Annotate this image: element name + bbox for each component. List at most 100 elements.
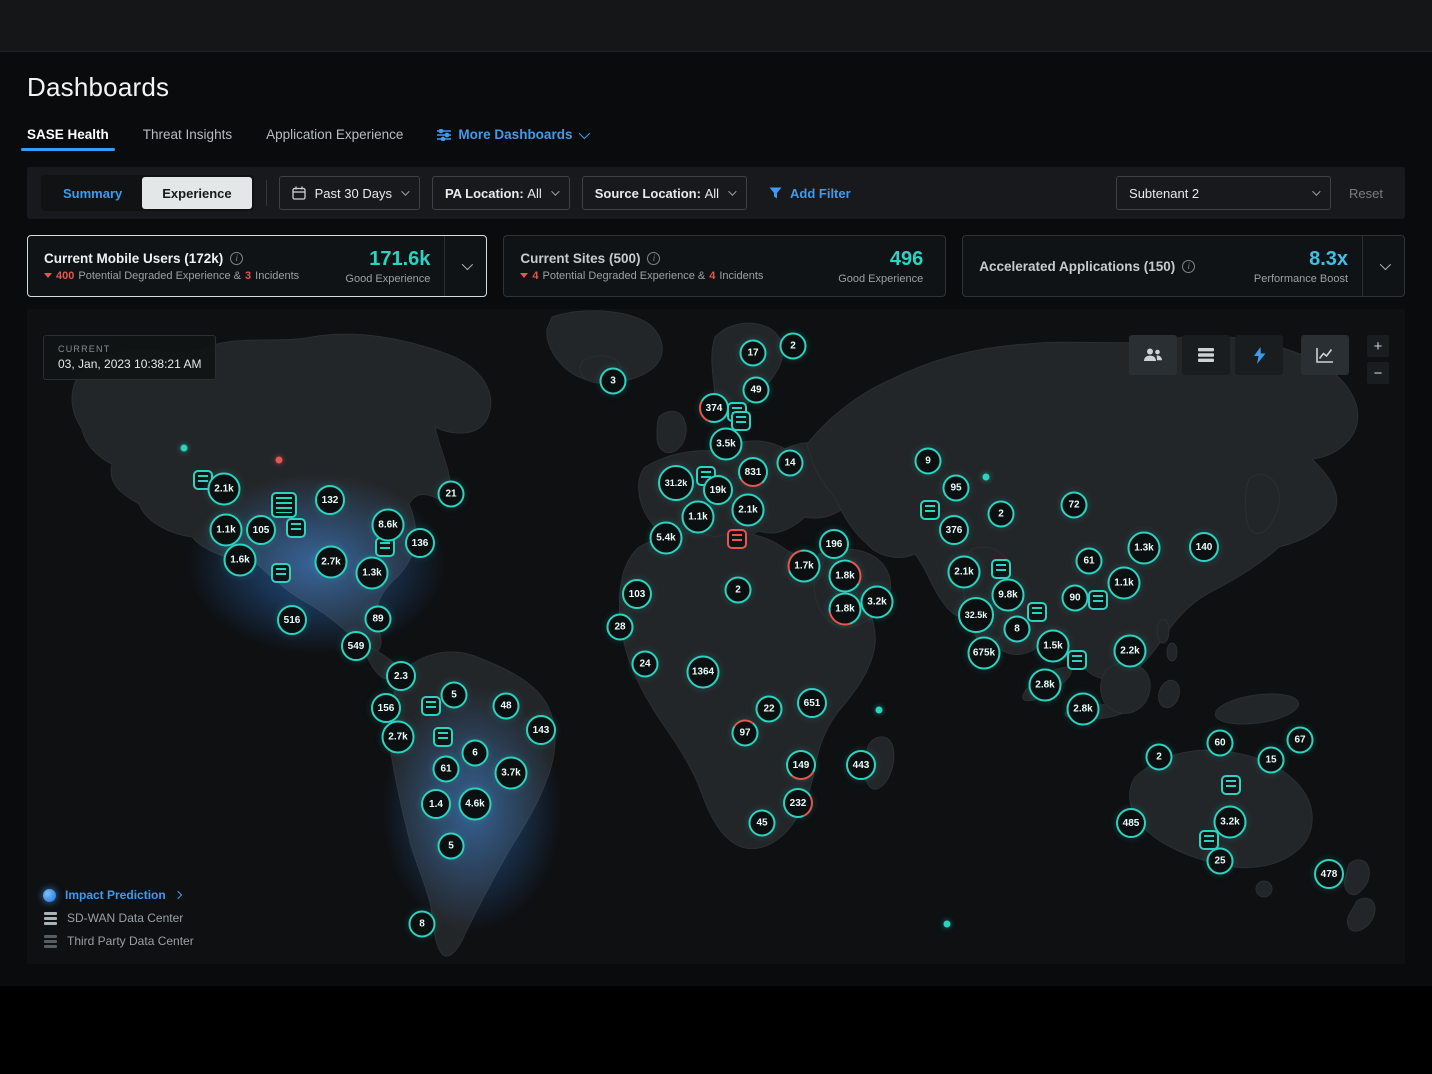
map-users-layer-button[interactable] [1129,335,1177,375]
map-count-marker[interactable]: 4.6k [459,788,492,821]
map-count-marker[interactable]: 136 [405,528,435,558]
map-count-marker[interactable]: 1.8k [829,560,862,593]
map-count-marker[interactable]: 2.1k [732,494,765,527]
add-filter-button[interactable]: Add Filter [769,186,851,201]
map-count-marker[interactable]: 8 [409,911,436,938]
map-count-marker[interactable]: 2.1k [208,473,241,506]
map-count-marker[interactable]: 67 [1287,727,1314,754]
map-count-marker[interactable]: 19k [703,475,733,505]
pa-location-dropdown[interactable]: PA Location: All [432,176,570,210]
map-count-marker[interactable]: 31.2k [658,465,694,501]
map-count-marker[interactable]: 675k [968,637,1001,670]
map-count-marker[interactable]: 90 [1062,585,1089,612]
map-count-marker[interactable]: 5 [441,682,468,709]
datacenter-marker[interactable] [731,411,751,431]
zoom-in-button[interactable]: + [1367,335,1389,357]
map-count-marker[interactable]: 5.4k [650,522,683,555]
map-count-marker[interactable]: 232 [783,788,813,818]
map-count-marker[interactable]: 8 [1004,616,1031,643]
map-count-marker[interactable]: 1.1k [682,501,715,534]
map-count-marker[interactable]: 2.2k [1114,635,1147,668]
datacenter-marker[interactable] [271,563,291,583]
info-icon[interactable]: i [647,252,660,265]
zoom-out-button[interactable]: − [1367,362,1389,384]
map-count-marker[interactable]: 443 [846,750,876,780]
map-count-marker[interactable]: 376 [939,515,969,545]
map-count-marker[interactable]: 49 [743,377,770,404]
map-count-marker[interactable]: 9 [915,448,942,475]
reset-button[interactable]: Reset [1349,186,1383,201]
card-expand-button[interactable] [444,236,486,296]
card-accelerated-applications[interactable]: Accelerated Applications (150) i 8.3x Pe… [962,235,1405,297]
tab-threat-insights[interactable]: Threat Insights [143,127,232,151]
map-count-marker[interactable]: 549 [341,631,371,661]
map-count-marker[interactable]: 831 [738,457,768,487]
datacenter-marker[interactable] [920,500,940,520]
map-count-marker[interactable]: 89 [365,606,392,633]
map-count-marker[interactable]: 105 [246,515,276,545]
map-count-marker[interactable]: 2 [988,501,1015,528]
map-count-marker[interactable]: 374 [699,393,729,423]
map-count-marker[interactable]: 61 [1076,548,1103,575]
map-count-marker[interactable]: 3.2k [861,586,894,619]
card-current-mobile-users[interactable]: Current Mobile Users (172k) i 400 Potent… [27,235,487,297]
map-count-marker[interactable]: 72 [1061,492,1088,519]
map-count-marker[interactable]: 48 [493,693,520,720]
map-count-marker[interactable]: 1.4 [421,789,451,819]
experience-tab[interactable]: Experience [142,177,251,209]
map-count-marker[interactable]: 2 [1146,744,1173,771]
map-count-marker[interactable]: 3.2k [1214,806,1247,839]
map-count-marker[interactable]: 22 [756,696,783,723]
datacenter-marker[interactable] [1088,590,1108,610]
card-current-sites[interactable]: Current Sites (500) i 4 Potential Degrad… [503,235,946,297]
datacenter-marker[interactable] [991,559,1011,579]
datacenter-marker[interactable] [271,492,297,518]
map-count-marker[interactable]: 2.1k [948,556,981,589]
map-boost-layer-button[interactable] [1235,335,1283,375]
map-count-marker[interactable]: 61 [433,756,460,783]
map-count-marker[interactable]: 97 [732,720,759,747]
datacenter-marker[interactable] [1221,775,1241,795]
map-count-marker[interactable]: 3.7k [495,757,528,790]
datacenter-marker[interactable] [1027,602,1047,622]
info-icon[interactable]: i [1182,260,1195,273]
map-count-marker[interactable]: 1.6k [224,544,257,577]
map-count-marker[interactable]: 14 [777,450,804,477]
map-count-marker[interactable]: 196 [819,529,849,559]
map-count-marker[interactable]: 103 [622,579,652,609]
map-count-marker[interactable]: 478 [1314,859,1344,889]
map-count-marker[interactable]: 15 [1258,747,1285,774]
map-count-marker[interactable]: 140 [1189,532,1219,562]
map-count-marker[interactable]: 1.5k [1037,630,1070,663]
map-count-marker[interactable]: 156 [371,693,401,723]
map-count-marker[interactable]: 1.8k [829,593,862,626]
map-count-marker[interactable]: 2 [725,577,752,604]
map-count-marker[interactable]: 5 [438,833,465,860]
map-count-marker[interactable]: 143 [526,715,556,745]
subtenant-dropdown[interactable]: Subtenant 2 [1116,176,1331,210]
map-count-marker[interactable]: 651 [797,688,827,718]
map-count-marker[interactable]: 1364 [687,656,720,689]
map-count-marker[interactable]: 1.3k [356,557,389,590]
map-count-marker[interactable]: 9.8k [992,579,1025,612]
map-count-marker[interactable]: 32.5k [958,597,994,633]
datacenter-marker[interactable] [727,529,747,549]
world-map-panel[interactable]: 2.1k132218.6k1361051.1k1.6k2.7k1.3k51689… [27,309,1405,964]
map-count-marker[interactable]: 17 [740,340,767,367]
datacenter-marker[interactable] [1067,650,1087,670]
map-count-marker[interactable]: 2.7k [382,721,415,754]
date-range-dropdown[interactable]: Past 30 Days [279,176,420,210]
map-count-marker[interactable]: 149 [786,750,816,780]
map-count-marker[interactable]: 60 [1207,730,1234,757]
map-count-marker[interactable]: 1.3k [1128,532,1161,565]
map-count-marker[interactable]: 2.8k [1067,693,1100,726]
source-location-dropdown[interactable]: Source Location: All [582,176,747,210]
map-count-marker[interactable]: 516 [277,605,307,635]
map-count-marker[interactable]: 1.1k [1108,567,1141,600]
map-count-marker[interactable]: 2.7k [315,546,348,579]
map-count-marker[interactable]: 95 [943,475,970,502]
tab-sase-health[interactable]: SASE Health [27,127,109,151]
map-count-marker[interactable]: 3.5k [710,428,743,461]
map-count-marker[interactable]: 24 [632,651,659,678]
datacenter-marker[interactable] [421,696,441,716]
